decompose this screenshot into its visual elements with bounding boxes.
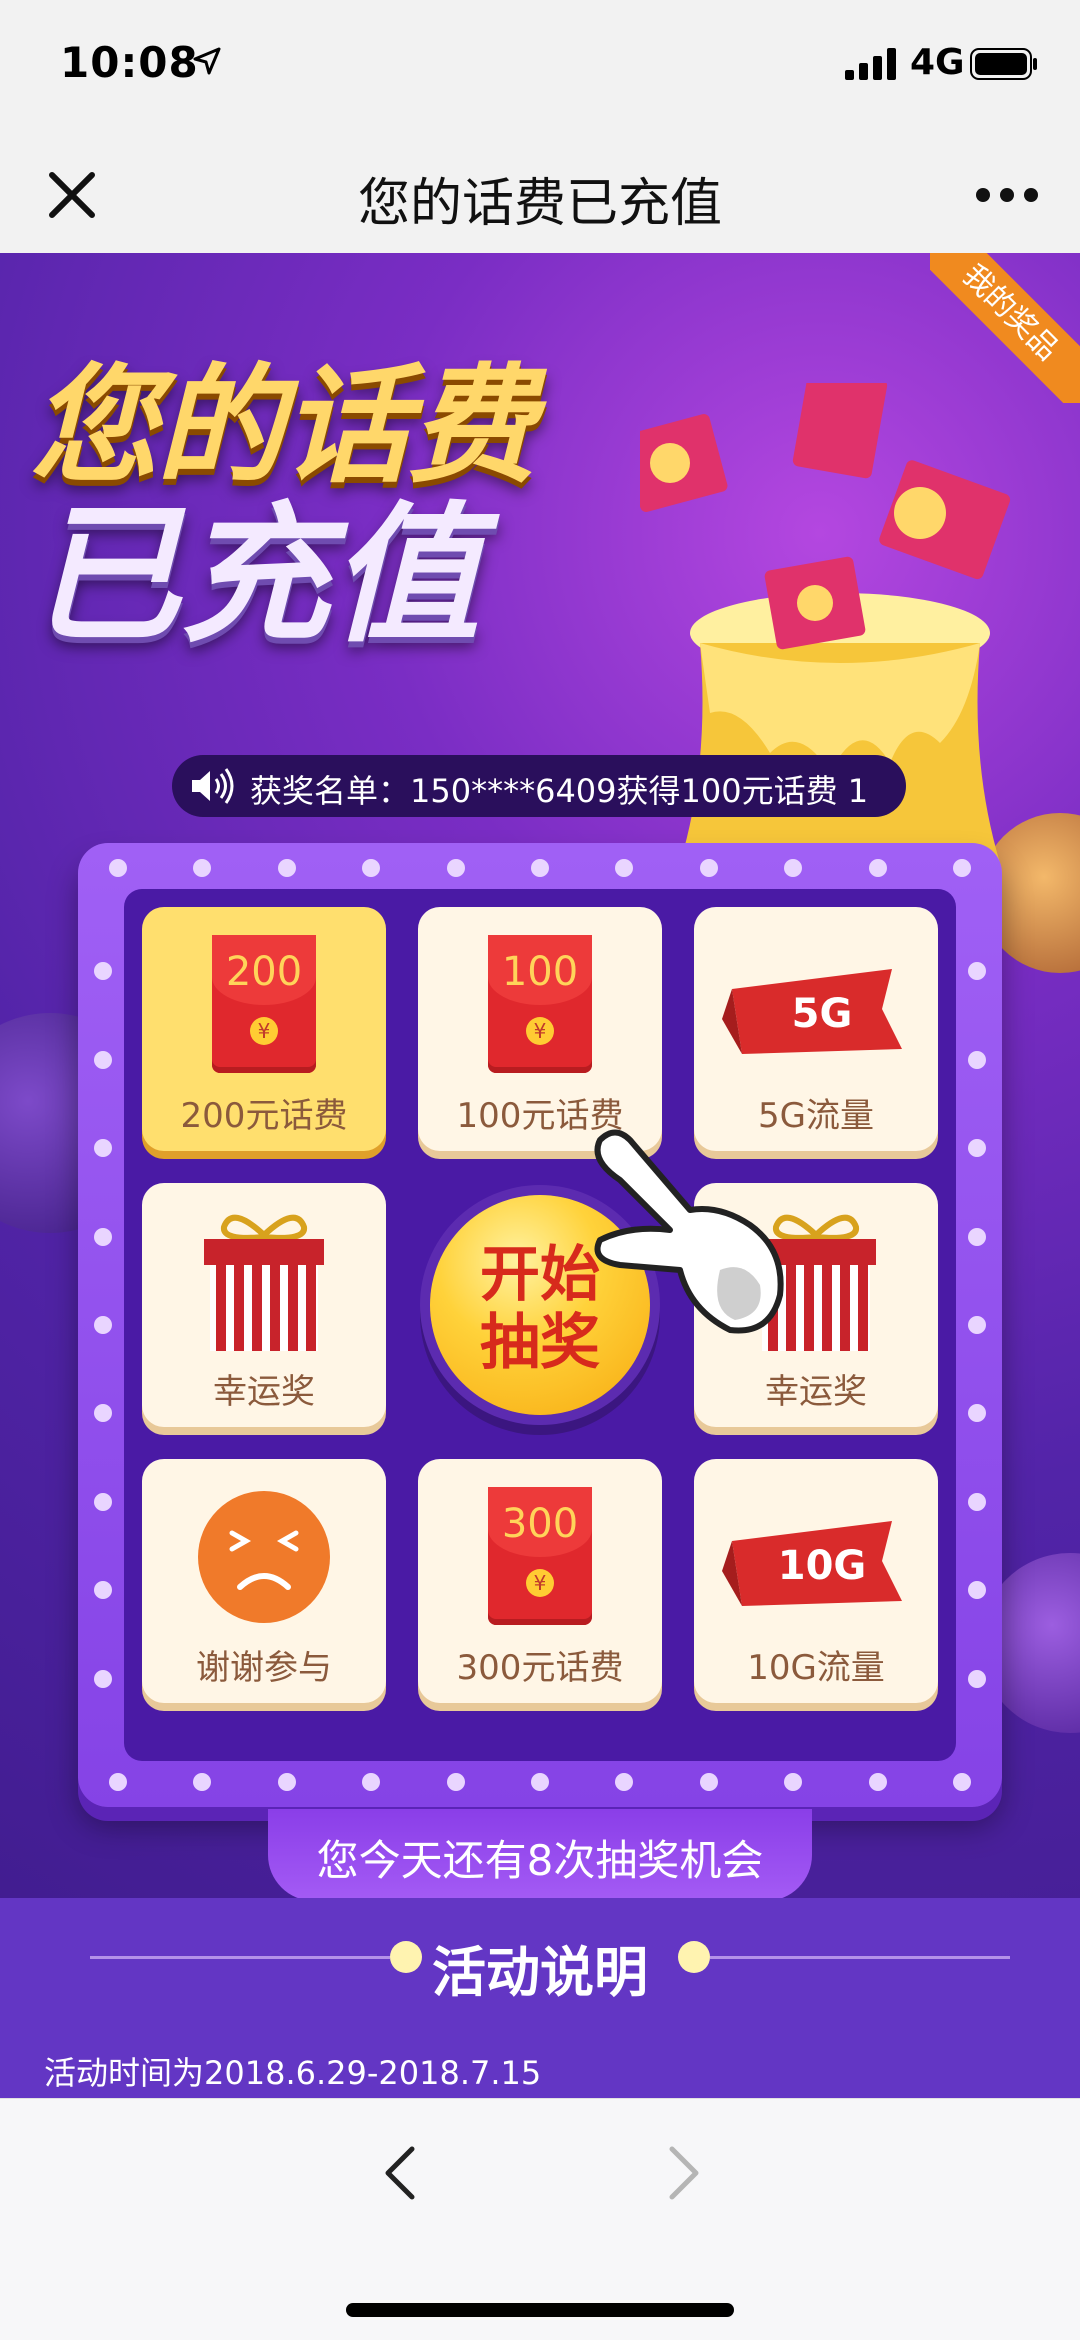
board-light xyxy=(953,859,971,877)
lottery-page: 您的话费 已充值 我的奖品 获奖名单：150****6409获得100元话费 1 xyxy=(0,253,1080,2098)
board-light xyxy=(699,859,718,877)
board-light xyxy=(968,1139,986,1158)
board-light xyxy=(94,1316,112,1334)
lottery-board: 200 ¥ 200元话费 100 ¥ 100元话费 5G 5G流量 幸运奖 开始… xyxy=(78,843,1002,1807)
board-light xyxy=(109,1773,127,1791)
signal-icon xyxy=(845,48,896,80)
board-light xyxy=(362,859,381,877)
prize-label: 幸运奖 xyxy=(213,1372,315,1412)
remaining-chances-text: 您今天还有8次抽奖机会 xyxy=(316,1836,764,1885)
status-time: 10:08 xyxy=(60,38,199,87)
red-packet-icon: 300 ¥ xyxy=(488,1487,592,1625)
board-light xyxy=(94,1669,112,1688)
board-light xyxy=(446,859,465,877)
my-prizes-badge[interactable]: 我的奖品 xyxy=(930,253,1080,403)
data-ribbon-icon: 5G xyxy=(722,969,902,1054)
red-packet-icon: 100 ¥ xyxy=(488,935,592,1073)
board-light xyxy=(968,1050,986,1069)
board-light xyxy=(362,1773,381,1791)
home-indicator[interactable] xyxy=(346,2303,734,2317)
data-ribbon-icon: 10G xyxy=(722,1521,902,1606)
page-title: 您的话费已充值 xyxy=(357,174,722,234)
gift-box-icon xyxy=(204,1214,324,1351)
divider xyxy=(710,1956,1010,1959)
board-light xyxy=(446,1773,465,1791)
pointing-hand-icon xyxy=(594,1129,784,1334)
board-light xyxy=(968,1227,986,1246)
board-light xyxy=(615,859,634,877)
prize-300-yuan: 300 ¥ 300元话费 xyxy=(418,1459,662,1703)
battery-icon xyxy=(970,48,1037,80)
board-light xyxy=(968,1316,986,1334)
board-light xyxy=(699,1773,718,1791)
hero-title: 您的话费 已充值 xyxy=(30,352,590,663)
prize-label: 300元话费 xyxy=(456,1648,624,1688)
nav-bar: 您的话费已充值 xyxy=(0,135,1080,254)
lottery-grid: 200 ¥ 200元话费 100 ¥ 100元话费 5G 5G流量 幸运奖 开始… xyxy=(124,889,956,1761)
board-light xyxy=(94,1492,112,1511)
board-light xyxy=(94,962,112,981)
prize-label: 200元话费 xyxy=(180,1096,348,1136)
board-light xyxy=(968,1404,986,1423)
activity-info-section: 活动说明 活动时间为2018.6.29-2018.7.15 xyxy=(0,1898,1080,2098)
board-light xyxy=(531,859,549,877)
board-light xyxy=(94,1050,112,1069)
remaining-chances-banner: 您今天还有8次抽奖机会 xyxy=(268,1809,812,1901)
prize-lucky: 幸运奖 xyxy=(142,1183,386,1427)
prize-label: 10G流量 xyxy=(747,1648,885,1688)
winner-ticker: 获奖名单：150****6409获得100元话费 1 xyxy=(172,755,906,817)
board-light xyxy=(531,1773,549,1791)
prize-amount: 100 xyxy=(501,949,579,995)
activity-info-title: 活动说明 xyxy=(432,1941,648,2004)
board-light xyxy=(784,1773,803,1791)
board-light xyxy=(277,1773,296,1791)
hero-line2: 已充值 xyxy=(30,489,481,663)
board-light xyxy=(868,859,887,877)
prize-thanks: 谢谢参与 xyxy=(142,1459,386,1703)
board-light xyxy=(968,1581,986,1600)
board-light xyxy=(109,859,127,877)
back-arrow-icon[interactable] xyxy=(380,2145,420,2201)
prize-100-yuan: 100 ¥ 100元话费 xyxy=(418,907,662,1151)
board-light xyxy=(868,1773,887,1791)
ribbon-badge: 5G xyxy=(792,991,853,1037)
board-light xyxy=(953,1773,971,1791)
board-light xyxy=(94,1227,112,1246)
ticker-text: 获奖名单：150****6409获得100元话费 1 xyxy=(250,772,869,810)
prize-label: 谢谢参与 xyxy=(196,1648,332,1688)
prize-200-yuan: 200 ¥ 200元话费 xyxy=(142,907,386,1151)
status-bar: 10:08 4G xyxy=(0,0,1080,135)
ribbon-badge: 10G xyxy=(778,1543,867,1589)
more-icon[interactable] xyxy=(975,187,1039,203)
prize-label: 幸运奖 xyxy=(765,1372,867,1412)
board-light xyxy=(94,1139,112,1158)
prize-5g-data: 5G 5G流量 xyxy=(694,907,938,1151)
forward-arrow-icon[interactable] xyxy=(664,2145,704,2201)
browser-toolbar xyxy=(0,2098,1080,2340)
close-icon[interactable] xyxy=(42,165,102,225)
board-light xyxy=(193,1773,212,1791)
sad-face-icon xyxy=(198,1491,330,1623)
board-light xyxy=(784,859,803,877)
activity-time: 活动时间为2018.6.29-2018.7.15 xyxy=(44,2054,542,2092)
board-light xyxy=(968,962,986,981)
board-light xyxy=(277,859,296,877)
prize-10g-data: 10G 10G流量 xyxy=(694,1459,938,1703)
prize-amount: 200 xyxy=(225,949,303,995)
location-arrow-icon xyxy=(193,47,221,75)
board-light xyxy=(968,1669,986,1688)
hero-line1: 您的话费 xyxy=(30,352,536,501)
divider-dot xyxy=(678,1941,710,1973)
network-label: 4G xyxy=(910,42,965,83)
board-light xyxy=(94,1581,112,1600)
my-prizes-label: 我的奖品 xyxy=(930,253,1080,403)
speaker-icon xyxy=(192,768,234,804)
board-light xyxy=(615,1773,634,1791)
board-light xyxy=(193,859,212,877)
board-light xyxy=(94,1404,112,1423)
red-packet-icon: 200 ¥ xyxy=(212,935,316,1073)
board-light xyxy=(968,1492,986,1511)
prize-amount: 300 xyxy=(501,1501,579,1547)
